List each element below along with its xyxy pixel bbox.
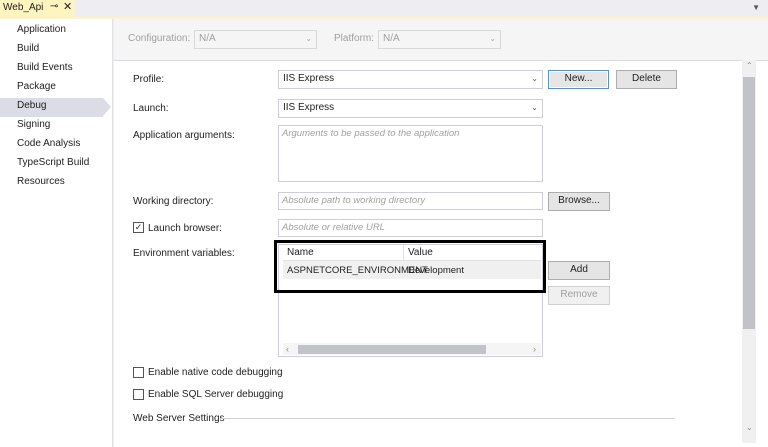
launch-url-placeholder: Absolute or relative URL [282, 222, 385, 233]
launch-label: Launch: [133, 103, 169, 114]
scroll-down-icon[interactable]: ⌄ [746, 423, 753, 432]
nav-item-code-analysis[interactable]: Code Analysis [0, 136, 112, 155]
launch-url-input[interactable]: Absolute or relative URL [278, 219, 543, 237]
chevron-down-icon: ⌄ [531, 103, 538, 112]
native-debug-checkbox[interactable] [133, 367, 144, 378]
nav-item-build[interactable]: Build [0, 41, 112, 60]
platform-select: N/A ⌄ [378, 30, 501, 49]
new-profile-button[interactable]: New... [548, 70, 609, 89]
nav-item-typescript-build[interactable]: TypeScript Build [0, 155, 112, 174]
configuration-value: N/A [199, 33, 216, 44]
app-args-input[interactable]: Arguments to be passed to the applicatio… [278, 125, 543, 182]
launch-browser-checkbox[interactable]: ✓ [133, 222, 144, 233]
sql-debug-label: Enable SQL Server debugging [148, 389, 284, 400]
scroll-thumb[interactable] [298, 345, 486, 354]
project-properties-nav: Application Build Build Events Package D… [0, 19, 113, 447]
launch-browser-label: Launch browser: [148, 223, 222, 234]
document-tab-strip [0, 0, 768, 19]
selection-arrow [103, 98, 111, 116]
profile-value: IIS Express [283, 73, 335, 84]
chevron-down-icon: ⌄ [489, 34, 496, 43]
launch-select[interactable]: IIS Express ⌄ [278, 99, 543, 118]
remove-env-button[interactable]: Remove [548, 286, 610, 305]
scroll-right-icon[interactable]: › [533, 344, 536, 354]
scroll-left-icon[interactable]: ‹ [286, 344, 289, 354]
nav-item-package[interactable]: Package [0, 79, 112, 98]
app-args-placeholder: Arguments to be passed to the applicatio… [282, 128, 460, 139]
scroll-up-icon[interactable]: ⌃ [746, 61, 753, 70]
add-env-button[interactable]: Add [548, 261, 610, 280]
document-tab-title: Web_Api [3, 2, 44, 13]
nav-item-application[interactable]: Application [0, 22, 112, 41]
profile-select[interactable]: IIS Express ⌄ [278, 70, 543, 89]
nav-item-debug[interactable]: Debug [0, 98, 103, 117]
nav-item-build-events[interactable]: Build Events [0, 60, 112, 79]
native-debug-label: Enable native code debugging [148, 367, 283, 378]
sql-debug-checkbox[interactable] [133, 389, 144, 400]
chevron-down-icon: ⌄ [305, 34, 312, 43]
delete-profile-button[interactable]: Delete [616, 70, 677, 89]
platform-value: N/A [383, 33, 400, 44]
document-tab[interactable]: Web_Api ⊸ ✕ [0, 0, 75, 17]
highlight-box [274, 240, 546, 293]
platform-label: Platform: [334, 33, 375, 44]
nav-item-resources[interactable]: Resources [0, 174, 112, 193]
configuration-select: N/A ⌄ [194, 30, 317, 49]
launch-value: IIS Express [283, 102, 335, 113]
section-divider [220, 418, 675, 419]
working-dir-placeholder: Absolute path to working directory [282, 195, 426, 206]
scroll-thumb[interactable] [743, 77, 755, 329]
configuration-label: Configuration: [128, 33, 191, 44]
app-args-label: Application arguments: [133, 130, 235, 141]
chevron-down-icon: ⌄ [531, 74, 538, 83]
dropdown-icon[interactable]: ▼ [752, 3, 760, 12]
close-icon[interactable]: ✕ [63, 0, 72, 13]
web-server-settings-heading: Web Server Settings [133, 413, 225, 424]
working-dir-label: Working directory: [133, 196, 214, 207]
working-dir-input[interactable]: Absolute path to working directory [278, 192, 543, 210]
browse-button[interactable]: Browse... [548, 192, 610, 211]
pin-icon[interactable]: ⊸ [50, 1, 58, 12]
nav-item-signing[interactable]: Signing [0, 117, 112, 136]
profile-label: Profile: [133, 74, 165, 85]
env-vars-label: Environment variables: [133, 248, 235, 259]
